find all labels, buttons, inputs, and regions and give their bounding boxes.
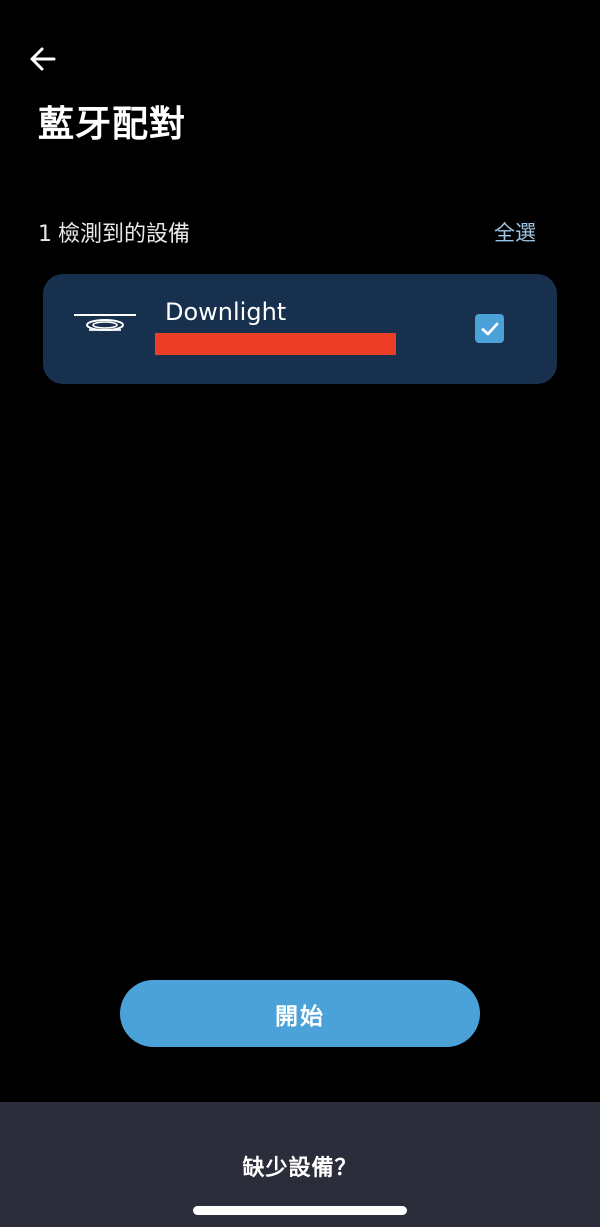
page-title: 藍牙配對 — [38, 104, 187, 145]
detected-devices-label: 1 檢測到的設備 — [38, 216, 190, 248]
detected-count: 1 — [38, 222, 52, 247]
device-checkbox[interactable] — [475, 314, 504, 343]
checkmark-icon — [481, 322, 498, 335]
home-indicator — [193, 1206, 407, 1215]
select-all-button[interactable]: 全選 — [494, 217, 536, 247]
downlight-icon — [74, 314, 136, 331]
back-button[interactable] — [26, 42, 60, 76]
arrow-left-icon — [30, 47, 56, 71]
bottom-panel: 缺少設備？ — [0, 1102, 600, 1227]
detected-text: 檢測到的設備 — [58, 222, 191, 247]
device-card[interactable]: Downlight — [43, 274, 557, 384]
missing-devices-link[interactable]: 缺少設備？ — [0, 1150, 600, 1182]
redaction-bar — [155, 333, 396, 355]
device-name: Downlight — [165, 298, 287, 326]
detection-header: 1 檢測到的設備 全選 — [38, 214, 536, 250]
start-button[interactable]: 開始 — [120, 980, 480, 1047]
